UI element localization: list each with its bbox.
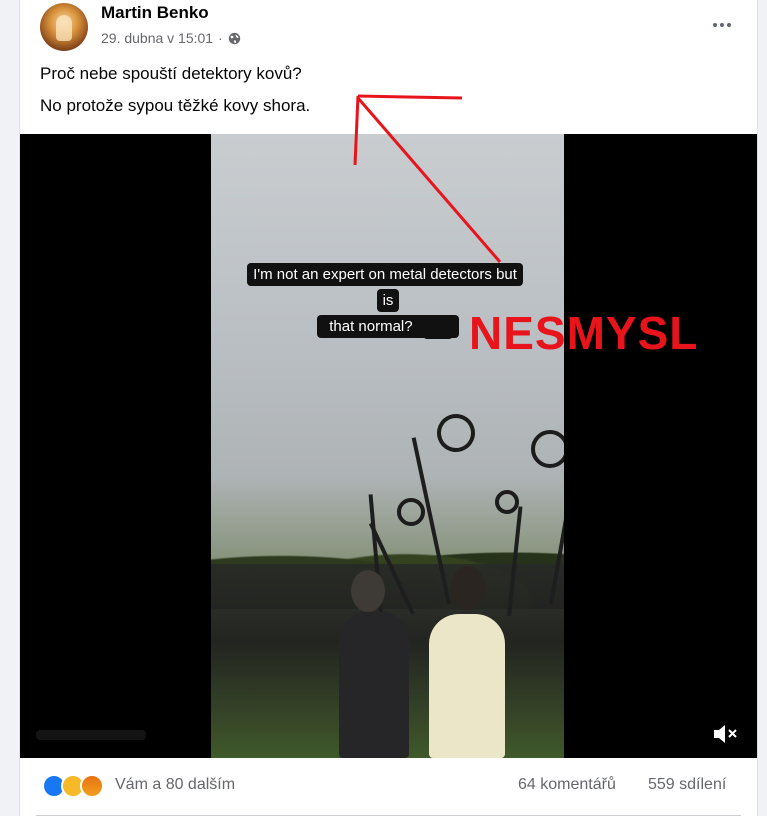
- detector-coil: [495, 490, 519, 514]
- post-meta: 29. dubna v 15:01 ·: [101, 30, 241, 46]
- detector-coil: [397, 498, 425, 526]
- video-progress[interactable]: [36, 730, 146, 740]
- person-head: [451, 566, 485, 610]
- person-white-shirt: [429, 614, 505, 758]
- comments-count[interactable]: 64 komentářů: [518, 776, 616, 794]
- post-card: Martin Benko 29. dubna v 15:01 · Proč ne…: [19, 0, 758, 816]
- author-name[interactable]: Martin Benko: [101, 3, 209, 23]
- post-text-line-2: No protože sypou těžké kovy shora.: [40, 96, 311, 115]
- shares-count[interactable]: 559 sdílení: [648, 776, 726, 794]
- author-avatar[interactable]: [40, 3, 88, 51]
- more-options-icon[interactable]: [709, 12, 735, 38]
- post-footer: Vám a 80 dalším 64 komentářů 559 sdílení: [20, 758, 757, 816]
- annotation-label: NESMYSL: [469, 307, 699, 359]
- flushed-face-emoji: [422, 315, 453, 340]
- detector-coil: [531, 430, 564, 468]
- reactions-count[interactable]: Vám a 80 dalším: [115, 776, 235, 794]
- meta-separator: ·: [218, 30, 223, 46]
- post-text-line-1: Proč nebe spouští detektory kovů?: [40, 64, 302, 83]
- detector-coil: [431, 408, 481, 458]
- caption-line-2: that normal?: [323, 315, 419, 338]
- post-date[interactable]: 29. dubna v 15:01: [101, 30, 213, 46]
- angry-icon: [80, 774, 104, 798]
- video-frame: I'm not an expert on metal detectors but…: [211, 134, 564, 758]
- person-head: [351, 570, 385, 612]
- person-dark-shirt: [339, 612, 409, 758]
- reaction-icons[interactable]: [42, 774, 104, 798]
- video-player[interactable]: I'm not an expert on metal detectors but…: [20, 134, 757, 758]
- globe-icon: [228, 32, 240, 44]
- caption-line-1: I'm not an expert on metal detectors but…: [247, 263, 523, 312]
- speaker-muted-icon[interactable]: [711, 722, 739, 746]
